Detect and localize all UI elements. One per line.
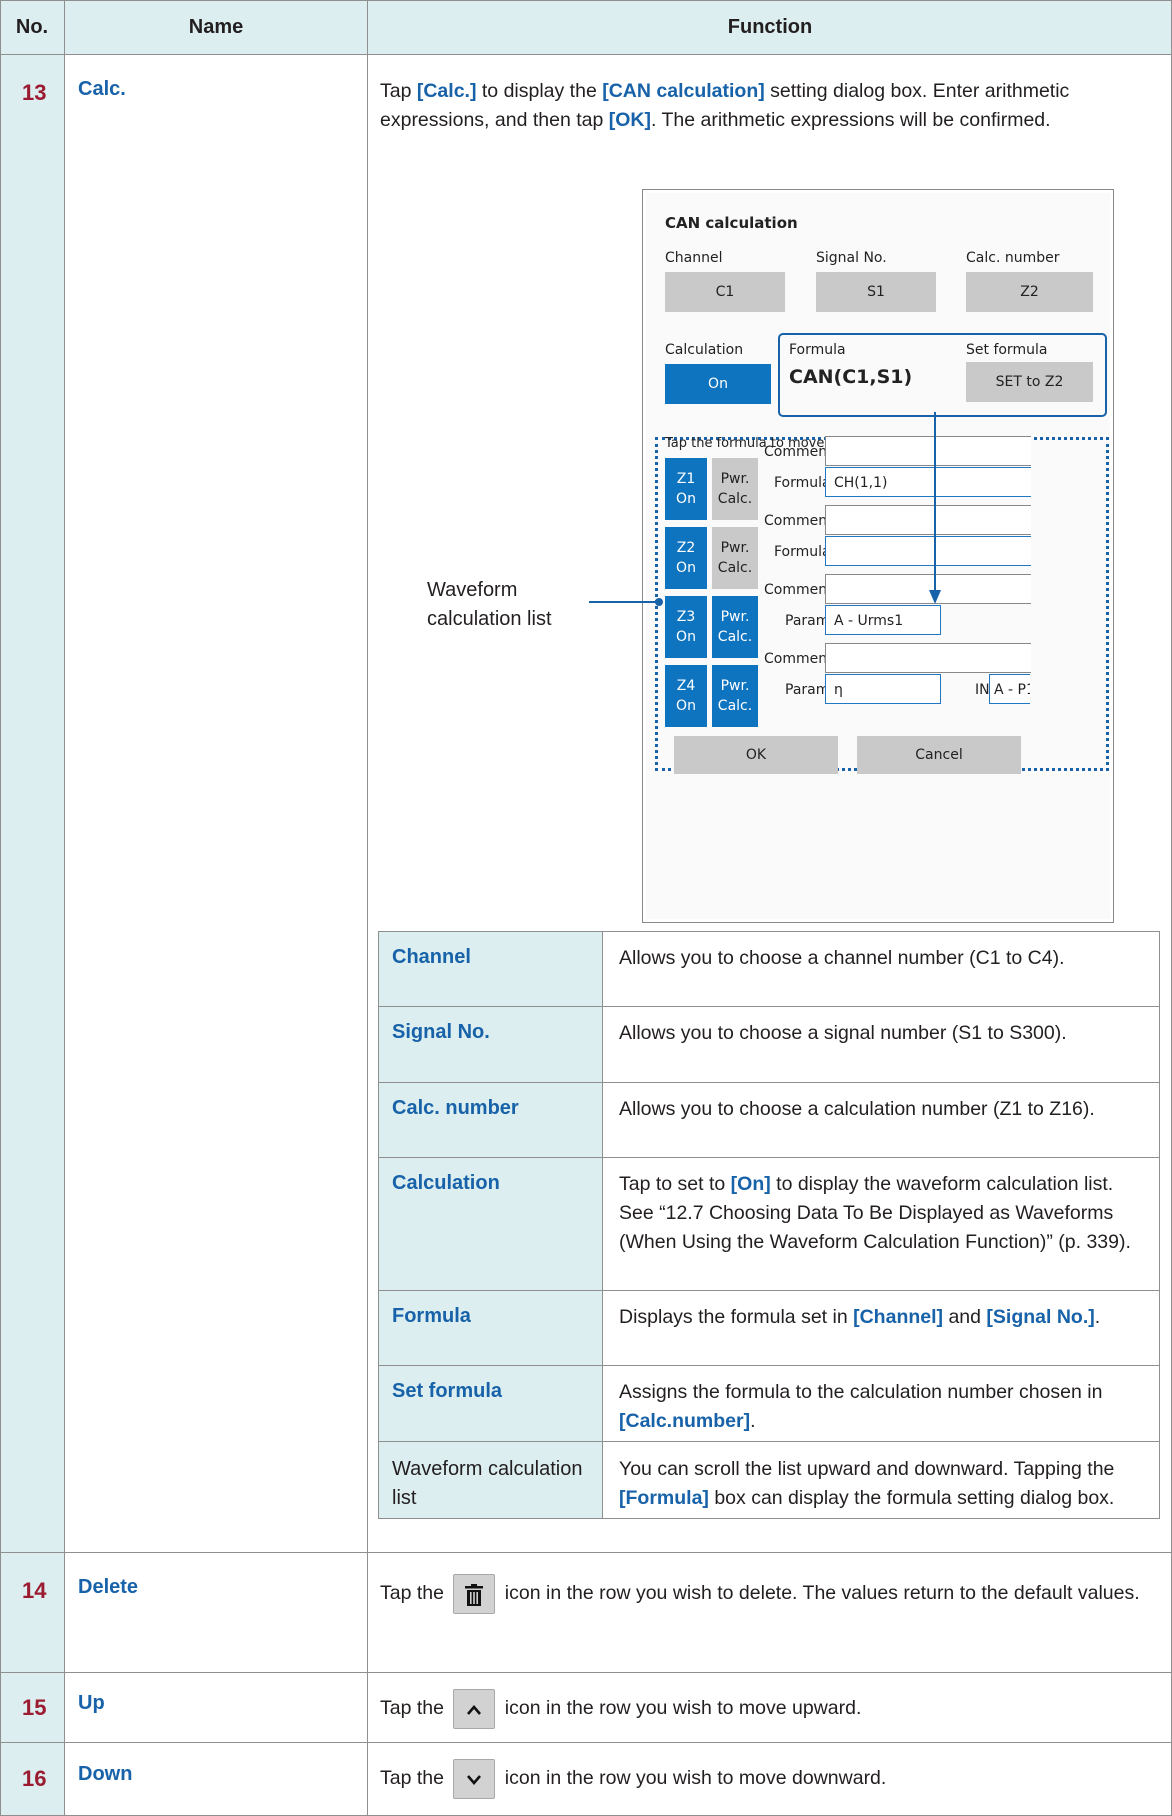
calc-number-label: Calc. number — [966, 250, 1060, 266]
z4-toggle[interactable]: Z4 On — [665, 665, 707, 727]
sub-desc-formula: Displays the formula set in [Channel] an… — [619, 1306, 1101, 1328]
sub-name-channel: Channel — [392, 946, 471, 968]
z2-toggle[interactable]: Z2 On — [665, 527, 707, 589]
z4-in-label: IN — [975, 682, 990, 698]
channel-label: Channel — [665, 250, 723, 266]
trash-icon — [453, 1573, 496, 1614]
cancel-button[interactable]: Cancel — [857, 736, 1021, 774]
z3-toggle[interactable]: Z3 On — [665, 596, 707, 658]
sub-name-formula: Formula — [392, 1305, 471, 1327]
chevron-up-icon — [453, 1688, 496, 1729]
z3-param-label: Param — [785, 613, 830, 629]
calculation-label: Calculation — [665, 342, 744, 358]
set-formula-button[interactable]: SET to Z2 — [966, 362, 1093, 402]
calc-number-button[interactable]: Z2 — [966, 272, 1093, 312]
row-divider — [0, 1672, 1172, 1673]
sub-desc-wavelist: You can scroll the list upward and downw… — [619, 1458, 1115, 1509]
z1-formula-field[interactable]: CH(1,1) — [825, 467, 1031, 497]
subtable-border — [378, 931, 1160, 932]
subtable-border — [378, 1518, 1160, 1519]
z4-comment-label: Comment — [764, 651, 833, 667]
subtable-row-divider — [378, 1365, 1160, 1366]
table-border-left — [0, 0, 1, 1816]
function-table: No. Name Function 13 Calc. 14 Delete 15 … — [0, 0, 1172, 1816]
z2-formula-label: Formula — [774, 544, 831, 560]
column-divider — [64, 0, 65, 1816]
row-name-down: Down — [78, 1763, 133, 1785]
row-divider — [0, 1552, 1172, 1553]
sub-name-wavelist: Waveform calculation list — [392, 1458, 583, 1509]
formula-value[interactable]: CAN(C1,S1) — [789, 366, 912, 388]
z3-comment-field[interactable] — [825, 574, 1031, 604]
z1-pwr-calc[interactable]: Pwr. Calc. — [712, 458, 758, 520]
set-formula-label: Set formula — [966, 342, 1048, 358]
sub-desc-calcnum: Allows you to choose a calculation numbe… — [619, 1098, 1095, 1120]
row-name-calc: Calc. — [78, 78, 126, 100]
subtable-border — [1159, 931, 1160, 1519]
z2-pwr-calc[interactable]: Pwr. Calc. — [712, 527, 758, 589]
down-description: Tap the icon in the row you wish to move… — [380, 1755, 1160, 1801]
row-number: 16 — [22, 1766, 47, 1791]
header-function: Function — [368, 0, 1172, 55]
column-divider — [367, 0, 368, 1816]
z1-formula-label: Formula — [774, 475, 831, 491]
z1-comment-label: Comment — [764, 444, 833, 460]
sub-name-setformula: Set formula — [392, 1380, 503, 1402]
z3-pwr-calc[interactable]: Pwr. Calc. — [712, 596, 758, 658]
sub-desc-calculation: Tap to set to [On] to display the wavefo… — [619, 1173, 1131, 1253]
chevron-down-icon — [453, 1758, 496, 1799]
sub-name-calculation: Calculation — [392, 1172, 500, 1194]
z4-param-field[interactable]: η — [825, 674, 941, 704]
can-calculation-dialog: CAN calculation Channel C1 Signal No. S1… — [642, 189, 1114, 923]
ok-button[interactable]: OK — [674, 736, 838, 774]
sub-desc-channel: Allows you to choose a channel number (C… — [619, 947, 1065, 969]
z2-comment-label: Comment — [764, 513, 833, 529]
sub-desc-setformula: Assigns the formula to the calculation n… — [619, 1381, 1103, 1432]
formula-label: Formula — [789, 342, 846, 358]
sub-name-calcnum: Calc. number — [392, 1097, 519, 1119]
subtable-row-divider — [378, 1157, 1160, 1158]
header-name: Name — [65, 0, 367, 55]
z4-param-label: Param — [785, 682, 830, 698]
subtable-row-divider — [378, 1006, 1160, 1007]
signal-label: Signal No. — [816, 250, 887, 266]
subtable-name-column — [378, 931, 602, 1518]
calculation-on-button[interactable]: On — [665, 364, 771, 404]
header-no: No. — [0, 0, 64, 55]
waveform-list-callout: Waveform calculation list — [427, 579, 552, 630]
z4-comment-field[interactable] — [825, 643, 1031, 673]
delete-description: Tap the icon in the row you wish to dele… — [380, 1570, 1160, 1616]
subtable-divider — [602, 931, 603, 1519]
signal-button[interactable]: S1 — [816, 272, 936, 312]
subtable-row-divider — [378, 1290, 1160, 1291]
up-description: Tap the icon in the row you wish to move… — [380, 1685, 1160, 1731]
row-number: 13 — [22, 80, 47, 105]
row-divider — [0, 1742, 1172, 1743]
row-name-delete: Delete — [78, 1576, 139, 1598]
z1-comment-field[interactable] — [825, 436, 1031, 466]
row-name-up: Up — [78, 1692, 105, 1714]
z1-toggle[interactable]: Z1 On — [665, 458, 707, 520]
table-border-top — [0, 0, 1172, 1]
subtable-row-divider — [378, 1441, 1160, 1442]
sub-desc-signal: Allows you to choose a signal number (S1… — [619, 1022, 1067, 1044]
channel-button[interactable]: C1 — [665, 272, 785, 312]
row-number: 15 — [22, 1695, 47, 1720]
z3-param-field[interactable]: A - Urms1 — [825, 605, 941, 635]
dialog-title: CAN calculation — [665, 214, 798, 232]
row-number: 14 — [22, 1578, 47, 1603]
row-divider — [0, 54, 1172, 55]
subtable-border — [378, 931, 379, 1519]
z2-formula-field[interactable] — [825, 536, 1031, 566]
sub-name-signal: Signal No. — [392, 1021, 490, 1043]
calc-description: Tap [Calc.] to display the [CAN calculat… — [380, 80, 1070, 131]
z2-comment-field[interactable] — [825, 505, 1031, 535]
z3-comment-label: Comment — [764, 582, 833, 598]
z4-in-field[interactable]: A - P1 — [989, 674, 1030, 704]
subtable-row-divider — [378, 1082, 1160, 1083]
z4-pwr-calc[interactable]: Pwr. Calc. — [712, 665, 758, 727]
